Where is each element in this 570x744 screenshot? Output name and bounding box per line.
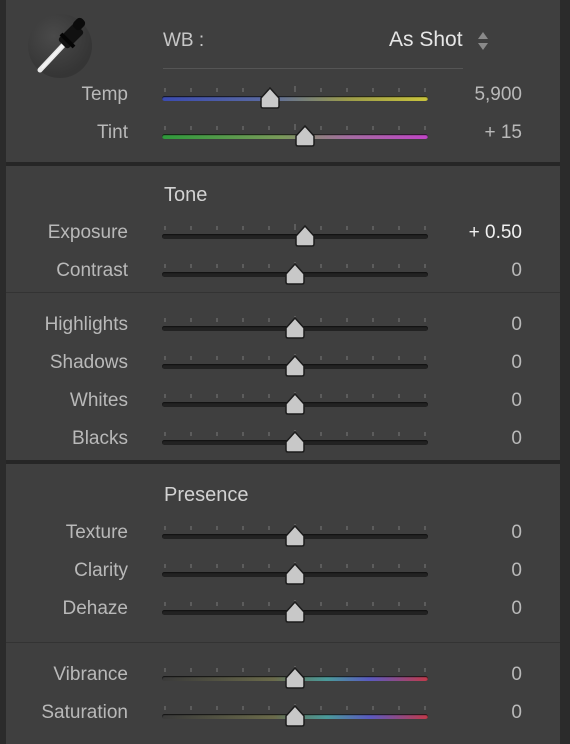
tone-title: Tone <box>164 184 208 206</box>
whites-slider-row: Whites 0 <box>6 386 560 416</box>
texture-value[interactable]: 0 <box>511 522 522 544</box>
saturation-slider-row: Saturation 0 <box>6 698 560 728</box>
vibrance-slider-thumb[interactable] <box>284 667 306 689</box>
clarity-slider-row: Clarity 0 <box>6 556 560 586</box>
exposure-label: Exposure <box>47 222 128 243</box>
contrast-label: Contrast <box>56 260 128 281</box>
group-divider <box>6 642 560 643</box>
group-divider <box>6 292 560 293</box>
wb-preset-select[interactable]: As Shot <box>389 28 463 52</box>
wb-label: WB : <box>163 30 205 51</box>
dehaze-slider-row: Dehaze 0 <box>6 594 560 624</box>
presence-section: Presence Texture 0 Clarity 0 Dehaze 0 Vibrance… <box>6 464 560 744</box>
whites-slider-thumb[interactable] <box>284 393 306 415</box>
clarity-value[interactable]: 0 <box>511 560 522 582</box>
texture-slider-thumb[interactable] <box>284 525 306 547</box>
temp-slider-row: Temp 5,900 <box>6 80 560 110</box>
texture-slider-row: Texture 0 <box>6 518 560 548</box>
saturation-slider-thumb[interactable] <box>284 705 306 727</box>
eyedropper-icon[interactable] <box>28 14 92 78</box>
up-down-arrows-icon[interactable] <box>476 29 490 53</box>
vibrance-value[interactable]: 0 <box>511 664 522 686</box>
exposure-value[interactable]: + 0.50 <box>469 222 522 244</box>
white-balance-section: WB : As Shot Temp 5,900 Tint + 15 <box>6 0 560 162</box>
tint-value[interactable]: + 15 <box>484 122 522 144</box>
blacks-slider-thumb[interactable] <box>284 431 306 453</box>
shadows-slider-row: Shadows 0 <box>6 348 560 378</box>
blacks-value[interactable]: 0 <box>511 428 522 450</box>
saturation-value[interactable]: 0 <box>511 702 522 724</box>
shadows-slider-thumb[interactable] <box>284 355 306 377</box>
saturation-label: Saturation <box>41 702 128 723</box>
exposure-slider-row: Exposure + 0.50 <box>6 218 560 248</box>
tone-section: Tone Exposure + 0.50 Contrast 0 Highlights 0 S… <box>6 166 560 460</box>
basic-panel: WB : As Shot Temp 5,900 Tint + 15 Tone Expo… <box>0 0 570 744</box>
tint-slider-row: Tint + 15 <box>6 118 560 148</box>
dehaze-slider-thumb[interactable] <box>284 601 306 623</box>
shadows-value[interactable]: 0 <box>511 352 522 374</box>
highlights-label: Highlights <box>44 314 128 335</box>
exposure-slider-thumb[interactable] <box>294 225 316 247</box>
blacks-label: Blacks <box>72 428 128 449</box>
highlights-slider-row: Highlights 0 <box>6 310 560 340</box>
whites-value[interactable]: 0 <box>511 390 522 412</box>
contrast-slider-thumb[interactable] <box>284 263 306 285</box>
wb-divider <box>163 68 463 69</box>
shadows-label: Shadows <box>49 352 128 373</box>
highlights-value[interactable]: 0 <box>511 314 522 336</box>
presence-title: Presence <box>164 484 249 506</box>
temp-tick-marks <box>164 86 426 92</box>
contrast-value[interactable]: 0 <box>511 260 522 282</box>
contrast-slider-row: Contrast 0 <box>6 256 560 286</box>
vibrance-slider-row: Vibrance 0 <box>6 660 560 690</box>
tint-label: Tint <box>97 122 128 143</box>
temp-slider-track[interactable] <box>162 96 428 101</box>
vibrance-label: Vibrance <box>53 664 128 685</box>
blacks-slider-row: Blacks 0 <box>6 424 560 454</box>
temp-value[interactable]: 5,900 <box>474 84 522 106</box>
dehaze-value[interactable]: 0 <box>511 598 522 620</box>
clarity-slider-thumb[interactable] <box>284 563 306 585</box>
highlights-slider-thumb[interactable] <box>284 317 306 339</box>
texture-label: Texture <box>65 522 128 543</box>
temp-slider-thumb[interactable] <box>259 87 281 109</box>
tint-slider-thumb[interactable] <box>294 125 316 147</box>
whites-label: Whites <box>69 390 128 411</box>
temp-label: Temp <box>81 84 128 105</box>
clarity-label: Clarity <box>74 560 128 581</box>
dehaze-label: Dehaze <box>62 598 129 619</box>
